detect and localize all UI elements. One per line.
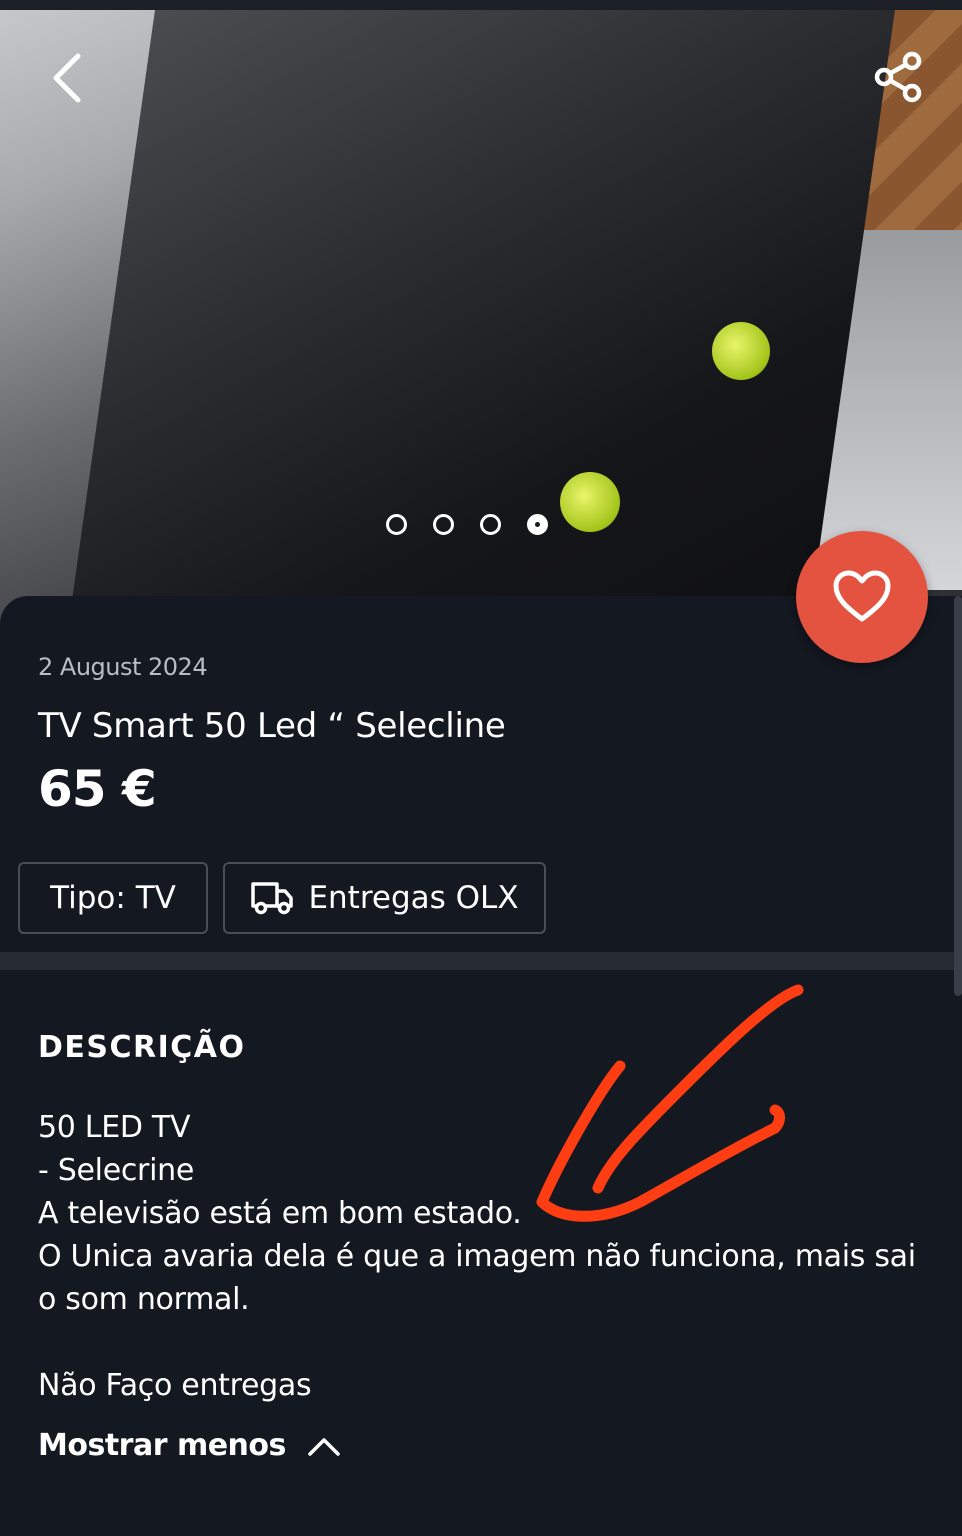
type-chip-label: Tipo: TV (50, 880, 176, 916)
status-strip (0, 0, 962, 10)
truck-icon (251, 882, 294, 915)
section-divider (0, 952, 954, 970)
photo-tv-screen (65, 10, 895, 640)
scrollbar[interactable] (954, 596, 962, 996)
gallery-dot-active[interactable] (527, 514, 548, 535)
description-line: Não Faço entregas (38, 1368, 312, 1403)
description-blank-line (38, 1321, 918, 1364)
chevron-left-icon (53, 53, 81, 103)
back-button[interactable] (36, 42, 100, 114)
gallery-dot[interactable] (386, 514, 407, 535)
description-line: 50 LED TV (38, 1110, 191, 1145)
share-icon (874, 51, 922, 103)
description-heading: DESCRIÇÃO (38, 1030, 246, 1065)
photo-tennis-ball (560, 472, 620, 532)
chevron-up-icon (308, 1437, 340, 1456)
share-button[interactable] (868, 46, 930, 108)
gallery-pagination (386, 514, 548, 535)
description-line: A televisão está em bom estado. (38, 1196, 522, 1231)
gallery-dot[interactable] (480, 514, 501, 535)
listing-photo[interactable] (0, 0, 962, 640)
photo-tennis-ball (712, 322, 770, 380)
listing-title: TV Smart 50 Led “ Selecline (38, 706, 506, 746)
show-less-label: Mostrar menos (38, 1428, 286, 1463)
show-less-button[interactable]: Mostrar menos (38, 1428, 342, 1463)
type-chip[interactable]: Tipo: TV (18, 862, 208, 934)
description-line: - Selecrine (38, 1153, 194, 1188)
listing-price: 65 € (38, 760, 157, 818)
description-line: O Unica avaria dela é que a imagem não f… (38, 1239, 916, 1317)
listing-date: 2 August 2024 (38, 653, 208, 681)
delivery-chip-label: Entregas OLX (308, 880, 519, 916)
delivery-chip[interactable]: Entregas OLX (223, 862, 546, 934)
heart-icon (833, 570, 891, 622)
gallery-dot[interactable] (433, 514, 454, 535)
description-text: 50 LED TV - Selecrine A televisão está e… (38, 1106, 918, 1407)
favorite-button[interactable] (796, 531, 928, 663)
